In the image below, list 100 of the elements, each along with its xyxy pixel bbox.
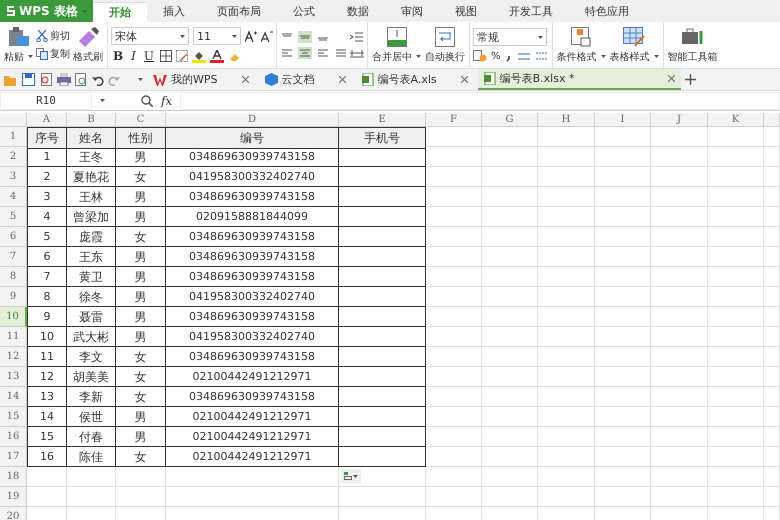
paste-button[interactable]: 粘贴 xyxy=(3,26,34,64)
export-icon[interactable] xyxy=(39,73,53,86)
row-header[interactable]: 1 xyxy=(0,127,27,147)
ribbon-tab[interactable]: 开始 xyxy=(92,2,147,22)
percent-button[interactable]: % xyxy=(491,50,501,62)
column-header[interactable]: J xyxy=(651,113,708,127)
caret-icon[interactable] xyxy=(538,36,543,38)
wps-logo-icon[interactable] xyxy=(153,74,167,86)
row-header[interactable]: 3 xyxy=(0,167,27,187)
column-header[interactable]: K xyxy=(708,113,764,127)
row-header[interactable]: 7 xyxy=(0,247,27,267)
align-lines-icon[interactable] xyxy=(316,47,330,59)
ribbon-tab[interactable]: 审阅 xyxy=(384,0,439,22)
format-painter-button[interactable]: 格式刷 xyxy=(72,26,104,64)
currency-icon[interactable] xyxy=(473,50,487,62)
table-style-button[interactable]: 表格样式 xyxy=(608,26,660,64)
zoom-icon[interactable] xyxy=(141,94,153,106)
formula-input[interactable] xyxy=(180,92,780,110)
ribbon-tab[interactable]: 开发工具 xyxy=(492,0,569,22)
indent-icon[interactable] xyxy=(350,31,364,43)
caret-icon[interactable] xyxy=(416,55,421,58)
font-name-dropdown[interactable]: 宋体 xyxy=(111,27,189,45)
cube-icon[interactable] xyxy=(264,73,278,86)
print-icon[interactable] xyxy=(57,73,71,86)
column-header[interactable]: I xyxy=(595,113,651,127)
app-menu-button[interactable]: WPS 表格 xyxy=(0,0,93,22)
italic-button[interactable]: I xyxy=(129,49,138,63)
align-lines-icon[interactable] xyxy=(280,47,294,59)
distributed-icon[interactable] xyxy=(350,47,364,59)
caret-icon[interactable] xyxy=(100,99,105,102)
align-lines-icon[interactable] xyxy=(298,47,312,59)
row-header[interactable]: 6 xyxy=(0,227,27,247)
document-tab[interactable]: 编号表A.xls xyxy=(356,69,474,90)
ribbon-tab[interactable]: 数据 xyxy=(330,0,385,22)
decrease-decimal-icon[interactable] xyxy=(534,50,549,62)
row-header[interactable]: 20 xyxy=(0,507,27,520)
ribbon-tab[interactable]: 特色应用 xyxy=(568,0,645,22)
document-tab[interactable]: 云文档 xyxy=(258,69,352,90)
row-header[interactable]: 19 xyxy=(0,487,27,507)
ribbon-tab[interactable]: 插入 xyxy=(146,0,201,22)
column-header[interactable]: E xyxy=(339,113,426,127)
row-header[interactable]: 15 xyxy=(0,407,27,427)
conditional-format-button[interactable]: 条件格式 xyxy=(556,26,607,64)
cut-button[interactable]: 剪切 xyxy=(36,29,70,43)
save-icon[interactable] xyxy=(22,73,35,86)
row-header[interactable]: 9 xyxy=(0,287,27,307)
function-label[interactable]: fx xyxy=(161,94,172,108)
row-header[interactable]: 12 xyxy=(0,347,27,367)
wrap-text-button[interactable]: 自动换行 xyxy=(424,26,466,64)
caret-icon[interactable] xyxy=(600,55,606,58)
row-header[interactable]: 18 xyxy=(0,467,27,487)
fill-color-icon[interactable] xyxy=(192,50,206,62)
document-tab[interactable]: 编号表B.xlsx * xyxy=(478,69,682,90)
column-header[interactable]: C xyxy=(116,113,166,127)
number-format-dropdown[interactable]: 常规 xyxy=(473,28,547,46)
row-header[interactable]: 17 xyxy=(0,447,27,467)
document-tab[interactable]: 我的WPS xyxy=(147,69,254,90)
shrink-font-icon[interactable] xyxy=(261,30,273,42)
cell-style-icon[interactable] xyxy=(176,50,188,62)
ribbon-tab[interactable]: 视图 xyxy=(438,0,493,22)
caret-icon[interactable] xyxy=(232,34,237,38)
column-header[interactable]: G xyxy=(482,113,538,127)
column-header[interactable]: B xyxy=(67,113,116,127)
column-header[interactable]: F xyxy=(426,113,482,127)
row-header[interactable]: 8 xyxy=(0,267,27,287)
caret-icon[interactable] xyxy=(28,55,33,58)
paste-options-button[interactable] xyxy=(341,469,361,483)
add-tab-icon[interactable] xyxy=(685,74,696,85)
close-icon[interactable] xyxy=(242,76,248,83)
spreadsheet-icon[interactable] xyxy=(362,73,374,86)
caret-icon[interactable] xyxy=(138,78,143,81)
row-header[interactable]: 16 xyxy=(0,427,27,447)
row-header[interactable]: 4 xyxy=(0,187,27,207)
print-preview-icon[interactable] xyxy=(75,73,88,86)
row-header[interactable]: 5 xyxy=(0,207,27,227)
toolbox-button[interactable]: 智能工具箱 xyxy=(666,26,719,64)
merge-center-button[interactable]: 合并居中 xyxy=(371,26,422,64)
caret-icon[interactable] xyxy=(353,474,358,478)
close-icon[interactable] xyxy=(460,76,468,83)
column-header[interactable]: H xyxy=(538,113,595,127)
close-icon[interactable] xyxy=(668,75,676,82)
row-header[interactable]: 13 xyxy=(0,367,27,387)
spreadsheet-icon[interactable] xyxy=(484,72,496,85)
caret-icon[interactable] xyxy=(654,55,659,58)
name-box[interactable]: R10 xyxy=(0,92,92,110)
copy-button[interactable]: 复制 xyxy=(36,47,70,61)
undo-icon[interactable] xyxy=(92,74,104,86)
ribbon-tab[interactable]: 页面布局 xyxy=(200,0,277,22)
bold-button[interactable]: B xyxy=(111,49,126,63)
row-header[interactable]: 14 xyxy=(0,387,27,407)
underline-button[interactable]: U xyxy=(142,49,156,63)
ribbon-tab[interactable]: 公式 xyxy=(276,0,331,22)
align-lines-icon[interactable] xyxy=(298,31,312,43)
align-lines-icon[interactable] xyxy=(334,47,348,59)
row-header[interactable]: 10 xyxy=(0,307,27,327)
row-header[interactable]: 2 xyxy=(0,147,27,167)
grow-font-icon[interactable] xyxy=(245,30,257,42)
caret-icon[interactable] xyxy=(180,34,185,38)
borders-icon[interactable] xyxy=(160,50,172,62)
close-icon[interactable] xyxy=(338,76,346,83)
